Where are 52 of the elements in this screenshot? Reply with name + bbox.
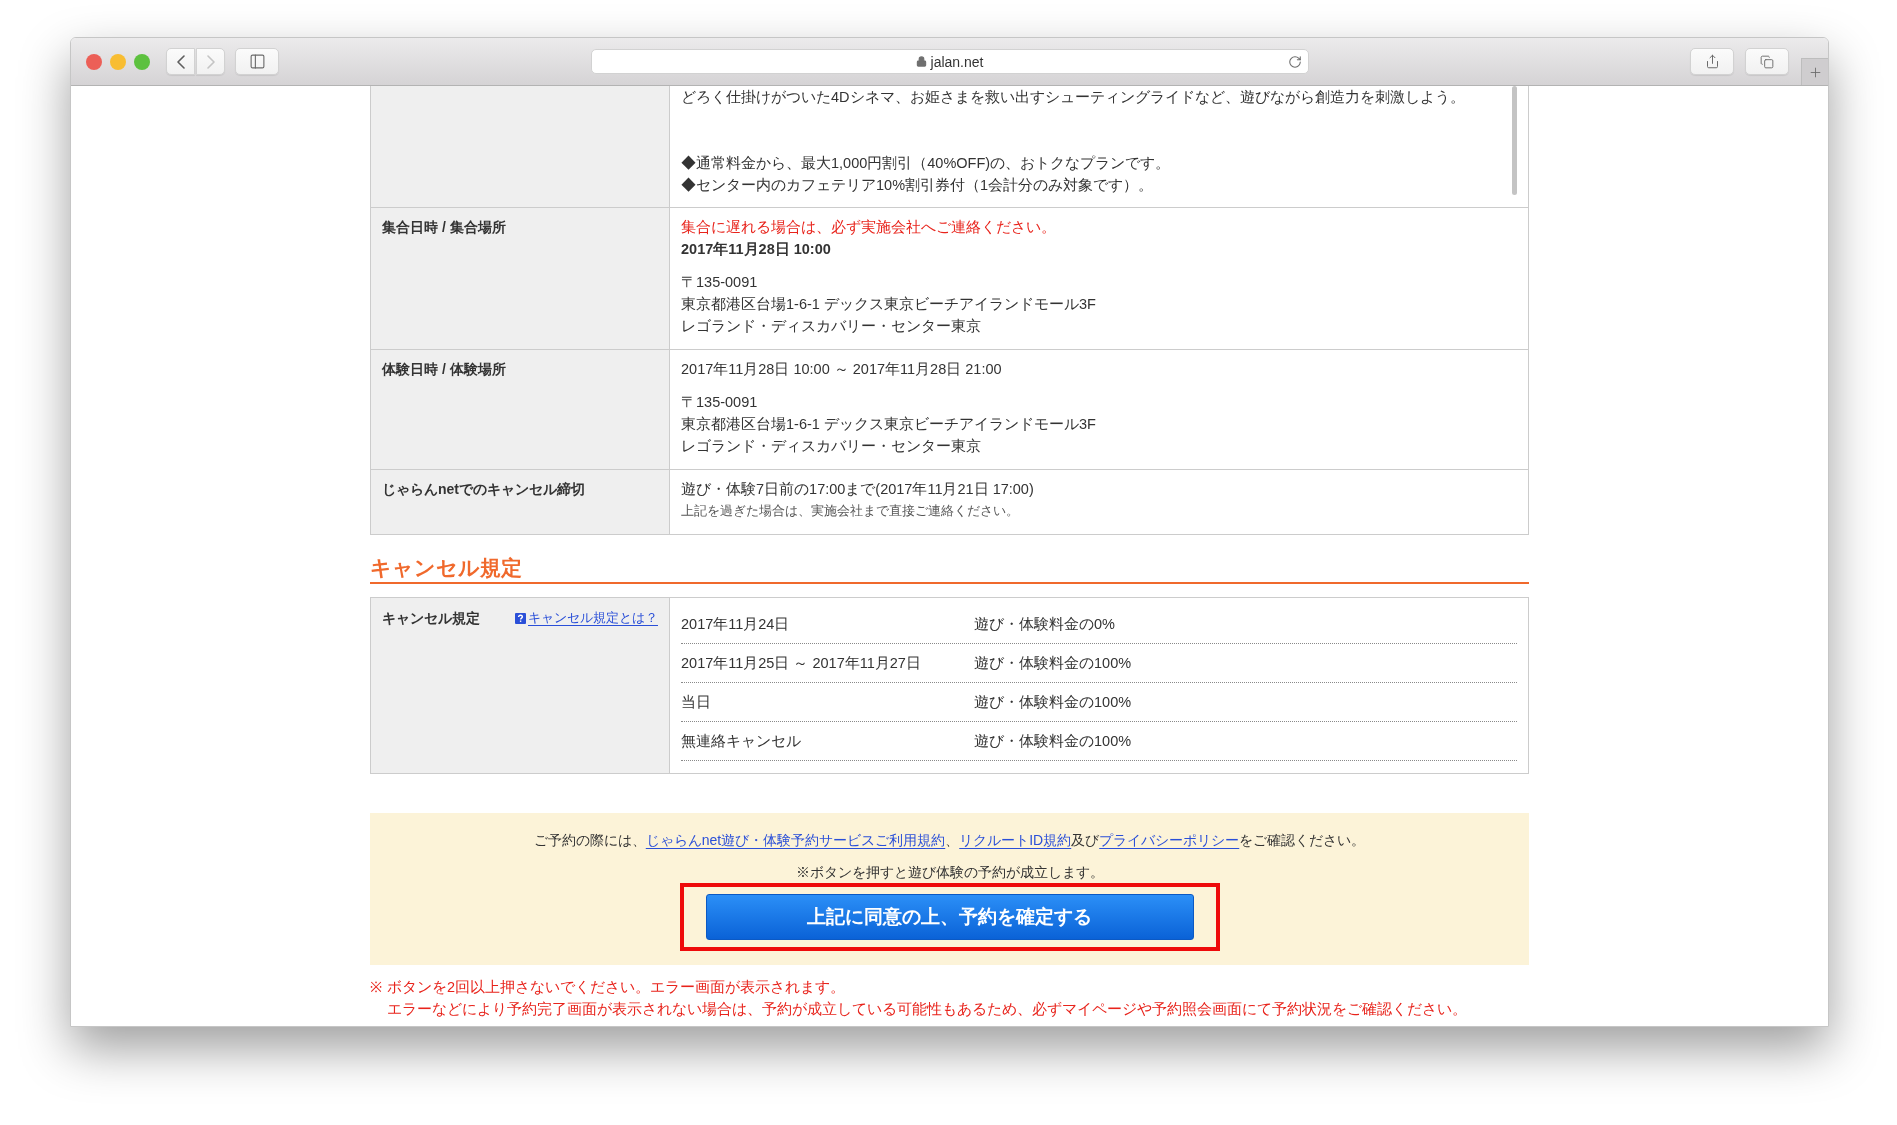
- charge-text: 遊び・体験料金の100%: [974, 732, 1132, 751]
- detail-text: どろく仕掛けがついた4Dシネマ、お姫さまを救い出すシューティングライドなど、遊びながら創造力を刺激しよう。: [681, 88, 1465, 107]
- row-label: じゃらんnetでのキャンセル締切: [382, 480, 585, 499]
- share-icon: [1704, 54, 1720, 69]
- sidebar-button[interactable]: [235, 48, 279, 75]
- detail-text: 〒135-0091: [681, 273, 758, 292]
- terms-link[interactable]: プライバシーポリシー: [1099, 832, 1240, 848]
- period-text: 当日: [681, 693, 712, 712]
- detail-text: 〒135-0091: [681, 393, 758, 412]
- row-label: キャンセル規定: [382, 609, 480, 628]
- charge-text: 遊び・体験料金の0%: [974, 615, 1115, 634]
- sidebar-icon: [248, 53, 266, 70]
- period-text: 無連絡キャンセル: [681, 732, 802, 751]
- date-text: 2017年11月28日 10:00: [681, 240, 831, 259]
- plus-icon: [1807, 64, 1823, 80]
- terms-link[interactable]: じゃらんnet遊び・体験予約サービスご利用規約: [645, 832, 946, 848]
- charge-text: 遊び・体験料金の100%: [974, 654, 1132, 673]
- notice-text: ※ボタンを押すと遊び体験の予約が成立します。: [795, 863, 1104, 882]
- scrollbar[interactable]: [1512, 86, 1517, 195]
- confirm-reservation-button[interactable]: 上記に同意の上、予約を確定する: [705, 894, 1194, 940]
- section-heading: キャンセル規定: [370, 555, 522, 581]
- detail-text: レゴランド・ディスカバリー・センター東京: [681, 317, 981, 336]
- warning-text: 集合に遅れる場合は、必ず実施会社へご連絡ください。: [681, 218, 1056, 237]
- back-button[interactable]: [166, 48, 195, 75]
- new-tab-button[interactable]: [1801, 58, 1828, 85]
- share-button[interactable]: [1690, 48, 1734, 75]
- forward-button[interactable]: [196, 48, 225, 75]
- detail-text: 東京都港区台場1-6-1 デックス東京ビーチアイランドモール3F: [681, 415, 1096, 434]
- charge-text: 遊び・体験料金の100%: [974, 693, 1132, 712]
- detail-text: 東京都港区台場1-6-1 デックス東京ビーチアイランドモール3F: [681, 295, 1096, 314]
- help-link[interactable]: キャンセル規定とは？: [515, 607, 658, 629]
- period-text: 2017年11月24日: [681, 615, 791, 634]
- detail-text: 2017年11月28日 10:00 ～ 2017年11月28日 21:00: [681, 360, 1002, 379]
- warning-text: ボタンを2回以上押さないでください。エラー画面が表示されます。: [387, 978, 847, 997]
- note-text: 上記を過ぎた場合は、実施会社まで直接ご連絡ください。: [681, 502, 1019, 520]
- row-label: 集合日時 / 集合場所: [382, 218, 506, 237]
- help-icon: [515, 612, 526, 624]
- period-text: 2017年11月25日 ～ 2017年11月27日: [681, 654, 922, 673]
- detail-text: ◆センター内のカフェテリア10%割引券付（1会計分のみ対象です）。: [681, 176, 1154, 195]
- agreement-text: ご予約の際には、じゃらんnet遊び・体験予約サービスご利用規約、リクルートID規約及びプライバシーポリシーをご確認ください。: [533, 831, 1366, 850]
- address-bar[interactable]: jalan.net: [590, 49, 1309, 74]
- tabs-button[interactable]: [1745, 48, 1789, 75]
- reload-icon[interactable]: [1287, 54, 1302, 69]
- row-label: 体験日時 / 体験場所: [382, 360, 506, 379]
- terms-link[interactable]: リクルートID規約: [959, 832, 1072, 848]
- detail-text: 遊び・体験7日前の17:00まで(2017年11月21日 17:00): [681, 480, 1034, 499]
- detail-text: ◆通常料金から、最大1,000円割引（40%OFF)の、おトクなプランです。: [681, 154, 1171, 173]
- tabs-icon: [1760, 54, 1774, 69]
- warning-text: エラーなどにより予約完了画面が表示されない場合は、予約が成立している可能性もあるため、必ずマイページや予約照会画面にて予約状況をご確認ください。: [387, 1000, 1467, 1019]
- detail-text: レゴランド・ディスカバリー・センター東京: [681, 437, 981, 456]
- note-marker: ※: [370, 978, 383, 997]
- url-text: jalan.net: [930, 52, 984, 71]
